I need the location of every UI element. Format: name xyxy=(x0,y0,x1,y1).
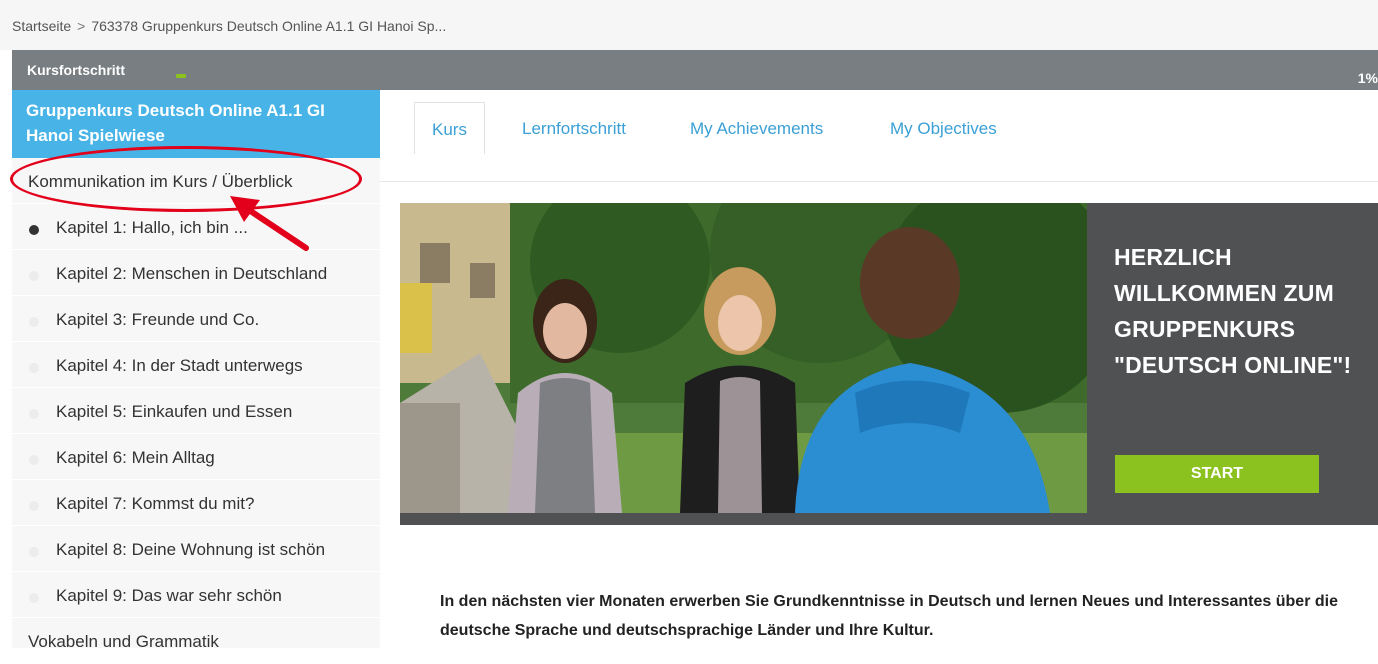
tab-kurs[interactable]: Kurs xyxy=(414,102,485,154)
sidebar-item-kapitel-5[interactable]: Kapitel 5: Einkaufen und Essen xyxy=(12,388,380,434)
sidebar-item-kapitel-8[interactable]: Kapitel 8: Deine Wohnung ist schön xyxy=(12,526,380,572)
tab-lernfortschritt[interactable]: Lernfortschritt xyxy=(522,102,626,154)
sidebar-item-kapitel-7[interactable]: Kapitel 7: Kommst du mit? xyxy=(12,480,380,526)
tab-label: My Objectives xyxy=(890,119,997,138)
chapter-bullet-icon xyxy=(29,409,39,419)
main-content: Kurs Lernfortschritt My Achievements My … xyxy=(380,90,1378,648)
sidebar-item-kapitel-4[interactable]: Kapitel 4: In der Stadt unterwegs xyxy=(12,342,380,388)
welcome-photo xyxy=(400,203,1087,513)
course-intro-text: In den nächsten vier Monaten erwerben Si… xyxy=(440,593,1338,639)
welcome-heading-line: GRUPPENKURS xyxy=(1114,316,1296,342)
welcome-heading-line: "DEUTSCH ONLINE"! xyxy=(1114,352,1352,378)
course-tabs: Kurs Lernfortschritt My Achievements My … xyxy=(380,90,1378,182)
tab-my-objectives[interactable]: My Objectives xyxy=(890,102,997,154)
breadcrumb-home-link[interactable]: Startseite xyxy=(12,18,71,34)
progress-fill xyxy=(176,74,186,78)
sidebar-item-label: Kapitel 7: Kommst du mit? xyxy=(56,494,255,513)
start-button[interactable]: START xyxy=(1115,455,1319,493)
welcome-banner: HERZLICH WILLKOMMEN ZUM GRUPPENKURS "DEU… xyxy=(400,203,1378,525)
chapter-bullet-icon xyxy=(29,317,39,327)
sidebar-item-kapitel-2[interactable]: Kapitel 2: Menschen in Deutschland xyxy=(12,250,380,296)
breadcrumb-current-course[interactable]: 763378 Gruppenkurs Deutsch Online A1.1 G… xyxy=(91,18,446,34)
annotation-arrow-icon xyxy=(230,196,309,251)
tab-label: Lernfortschritt xyxy=(522,119,626,138)
sidebar-item-kapitel-9[interactable]: Kapitel 9: Das war sehr schön xyxy=(12,572,380,618)
course-progress-bar: Kursfortschritt 1% xyxy=(12,50,1378,90)
tab-my-achievements[interactable]: My Achievements xyxy=(690,102,823,154)
sidebar-item-label: Kapitel 3: Freunde und Co. xyxy=(56,310,260,329)
sidebar-item-label: Kapitel 4: In der Stadt unterwegs xyxy=(56,356,303,375)
chapter-bullet-icon xyxy=(29,271,39,281)
sidebar-item-label: Kapitel 8: Deine Wohnung ist schön xyxy=(56,540,326,559)
current-chapter-bullet-icon xyxy=(29,225,39,235)
welcome-heading: HERZLICH WILLKOMMEN ZUM GRUPPENKURS "DEU… xyxy=(1114,239,1374,383)
sidebar-item-label: Kapitel 2: Menschen in Deutschland xyxy=(56,264,328,283)
breadcrumb: Startseite >763378 Gruppenkurs Deutsch On… xyxy=(0,0,1378,50)
chapter-bullet-icon xyxy=(29,363,39,373)
sidebar-item-kapitel-6[interactable]: Kapitel 6: Mein Alltag xyxy=(12,434,380,480)
chapter-bullet-icon xyxy=(29,501,39,511)
chapter-bullet-icon xyxy=(29,455,39,465)
sidebar-item-vokabeln[interactable]: Vokabeln und Grammatik xyxy=(12,618,380,664)
progress-percent: 1% xyxy=(1357,70,1378,86)
sidebar-item-label: Vokabeln und Grammatik xyxy=(28,632,219,651)
tab-label: My Achievements xyxy=(690,119,824,138)
tab-label: Kurs xyxy=(432,120,467,139)
breadcrumb-separator: > xyxy=(77,18,86,34)
sidebar-item-label: Kapitel 6: Mein Alltag xyxy=(56,448,215,467)
chapter-bullet-icon xyxy=(29,593,39,603)
sidebar-item-label: Kapitel 5: Einkaufen und Essen xyxy=(56,402,293,421)
sidebar-item-label: Kapitel 9: Das war sehr schön xyxy=(56,586,282,605)
welcome-heading-line: HERZLICH xyxy=(1114,244,1232,270)
progress-label: Kursfortschritt xyxy=(27,62,126,78)
welcome-heading-line: WILLKOMMEN ZUM xyxy=(1114,280,1334,306)
sidebar-item-kapitel-3[interactable]: Kapitel 3: Freunde und Co. xyxy=(12,296,380,342)
chapter-bullet-icon xyxy=(29,547,39,557)
